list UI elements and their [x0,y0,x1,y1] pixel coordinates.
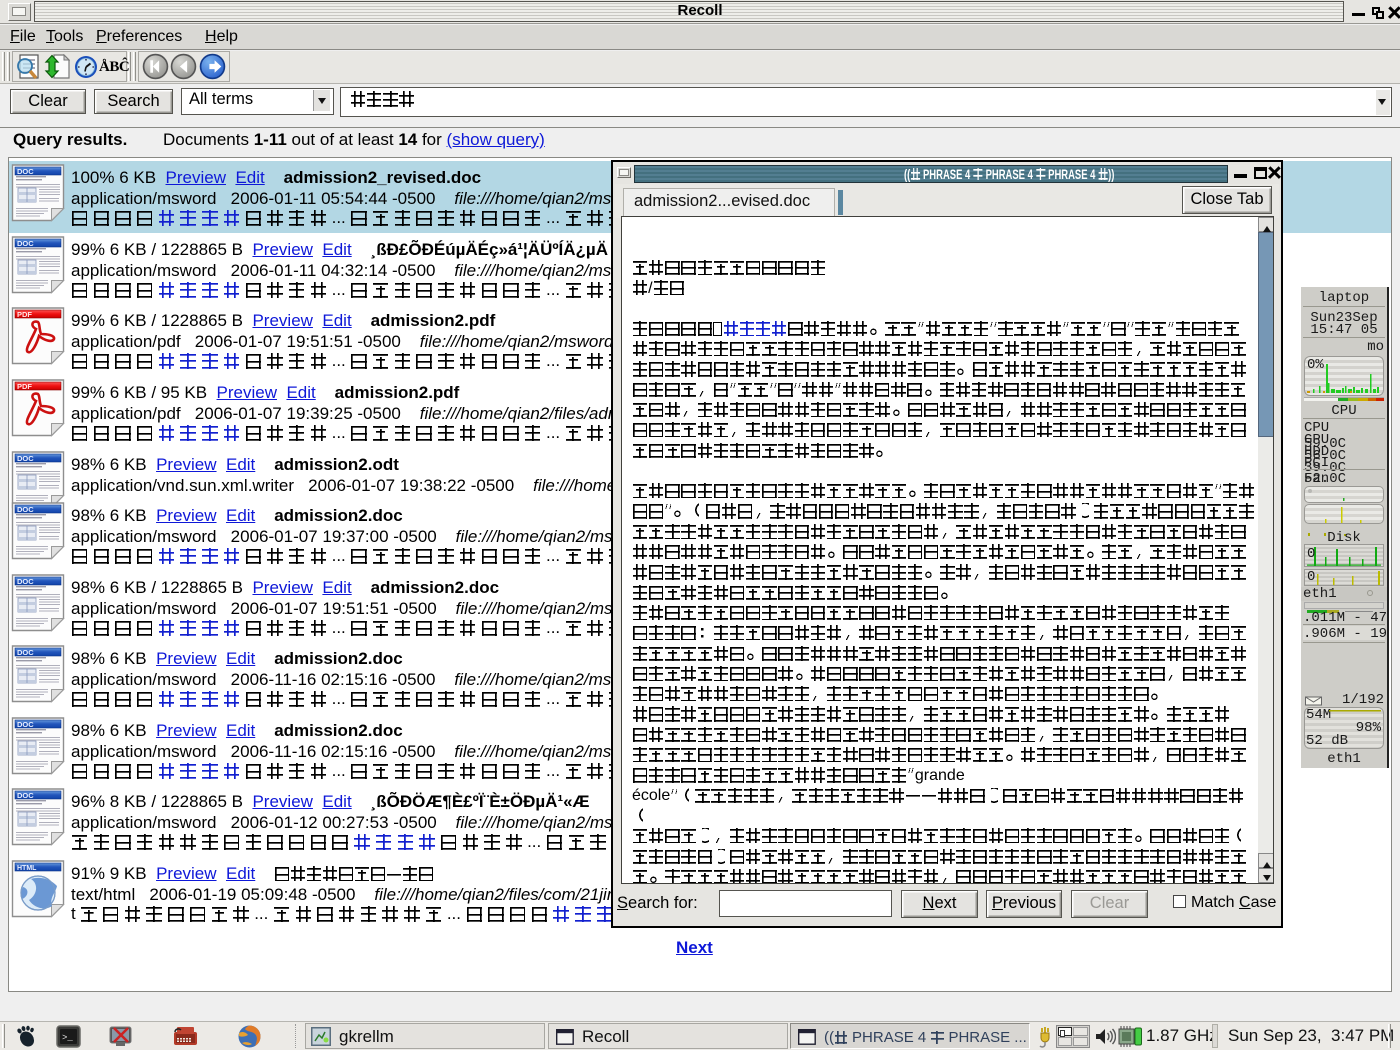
svg-text:>_: >_ [62,1033,73,1043]
